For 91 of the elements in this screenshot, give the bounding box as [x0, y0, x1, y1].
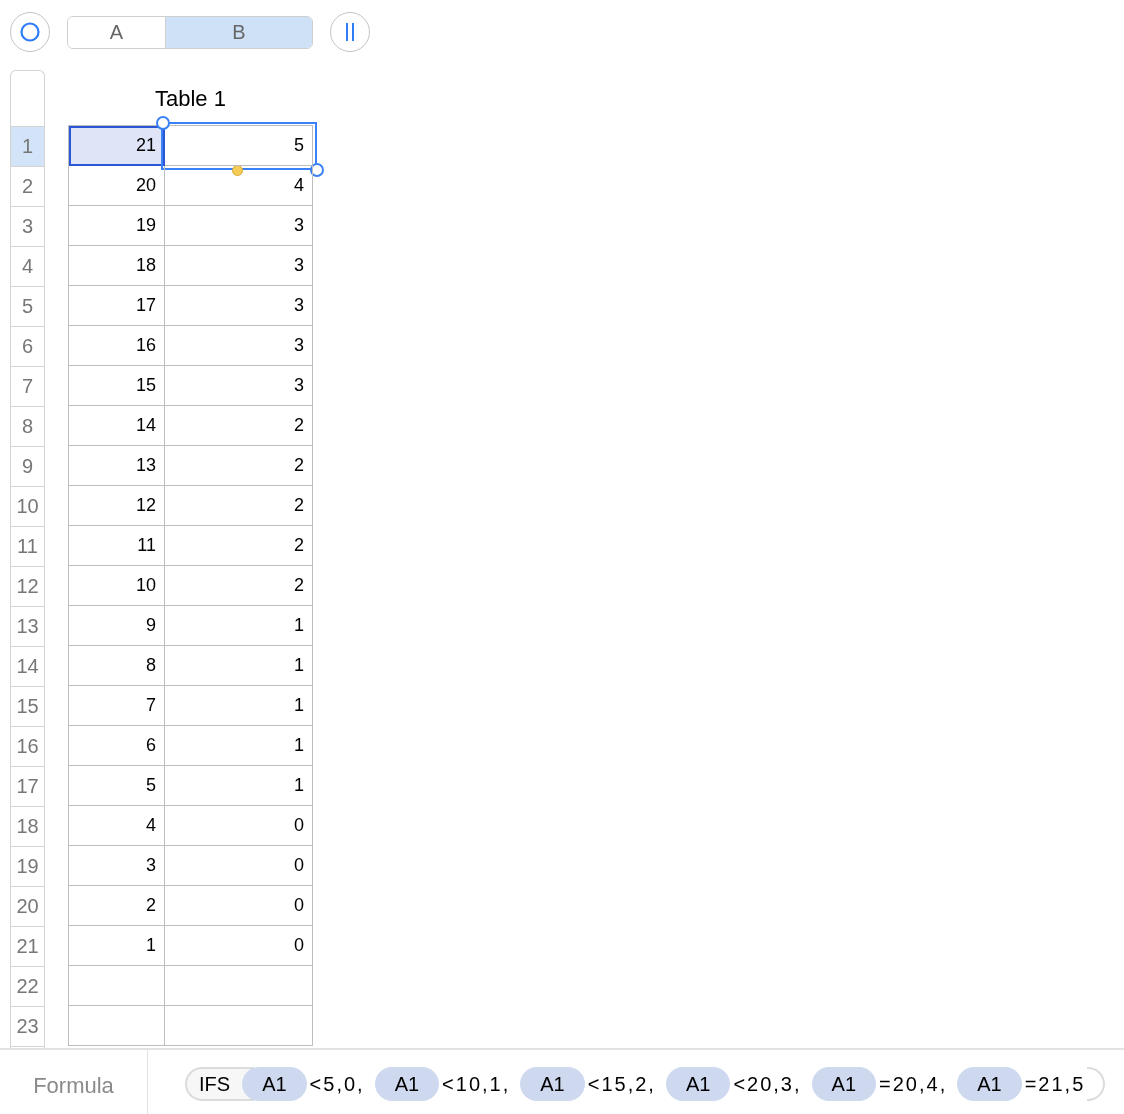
- table-cell[interactable]: [165, 1006, 313, 1046]
- pause-icon: [344, 22, 356, 42]
- record-button[interactable]: [10, 12, 50, 52]
- pause-button[interactable]: [330, 12, 370, 52]
- table-cell[interactable]: 2: [165, 406, 313, 446]
- row-header[interactable]: 15: [11, 687, 44, 727]
- formula-text: <5,0,: [309, 1071, 365, 1097]
- cell-reference-token[interactable]: A1: [374, 1067, 440, 1101]
- table-cell[interactable]: 3: [69, 846, 165, 886]
- cell-reference-token[interactable]: A1: [242, 1067, 307, 1101]
- table-cell[interactable]: 0: [165, 806, 313, 846]
- row-header[interactable]: 9: [11, 447, 44, 487]
- row-header[interactable]: 14: [11, 647, 44, 687]
- row-header[interactable]: 18: [11, 807, 44, 847]
- table-title: Table 1: [155, 85, 226, 112]
- table-cell[interactable]: 20: [69, 166, 165, 206]
- table-cell[interactable]: 13: [69, 446, 165, 486]
- resize-handle[interactable]: [156, 116, 170, 130]
- formula-text: =20,4,: [879, 1071, 948, 1097]
- table-cell[interactable]: 3: [165, 326, 313, 366]
- table-cell[interactable]: 5: [69, 766, 165, 806]
- table-cell[interactable]: 18: [69, 246, 165, 286]
- table-cell[interactable]: 14: [69, 406, 165, 446]
- row-header[interactable]: 20: [11, 887, 44, 927]
- table-cell[interactable]: 3: [165, 246, 313, 286]
- fill-handle[interactable]: [232, 165, 243, 176]
- table-cell[interactable]: 11: [69, 526, 165, 566]
- row-header[interactable]: 2: [11, 167, 44, 207]
- table-cell[interactable]: 1: [165, 726, 313, 766]
- row-header[interactable]: 19: [11, 847, 44, 887]
- table-cell[interactable]: 1: [69, 926, 165, 966]
- table-cell[interactable]: 12: [69, 486, 165, 526]
- table-cell[interactable]: 21: [69, 126, 165, 166]
- table-cell[interactable]: 0: [165, 926, 313, 966]
- cell-reference-token[interactable]: A1: [957, 1067, 1022, 1101]
- closing-bracket-icon: [1087, 1067, 1106, 1101]
- table-cell[interactable]: 10: [69, 566, 165, 606]
- row-header[interactable]: 12: [11, 567, 44, 607]
- row-header[interactable]: 7: [11, 367, 44, 407]
- table-cell[interactable]: 1: [165, 606, 313, 646]
- row-header[interactable]: 17: [11, 767, 44, 807]
- cell-reference-token[interactable]: A1: [520, 1067, 585, 1101]
- table-cell[interactable]: [165, 966, 313, 1006]
- table-cell[interactable]: 2: [165, 566, 313, 606]
- table-cell[interactable]: 7: [69, 686, 165, 726]
- row-header[interactable]: 5: [11, 287, 44, 327]
- table-cell[interactable]: 6: [69, 726, 165, 766]
- table-cell[interactable]: 1: [165, 686, 313, 726]
- table-cell[interactable]: 15: [69, 366, 165, 406]
- row-header[interactable]: 21: [11, 927, 44, 967]
- table-cell[interactable]: 8: [69, 646, 165, 686]
- table-cell[interactable]: [69, 1006, 165, 1046]
- row-header[interactable]: 3: [11, 207, 44, 247]
- table-cell[interactable]: 16: [69, 326, 165, 366]
- table-cell[interactable]: 0: [165, 886, 313, 926]
- row-header[interactable]: 16: [11, 727, 44, 767]
- formula-text: <15,2,: [587, 1071, 656, 1097]
- formula-label: Formula: [0, 1050, 148, 1114]
- cell-reference-token[interactable]: A1: [665, 1067, 731, 1101]
- table-cell[interactable]: 2: [165, 526, 313, 566]
- table-cell[interactable]: 3: [165, 286, 313, 326]
- row-header[interactable]: 11: [11, 527, 44, 567]
- table-cell[interactable]: 2: [69, 886, 165, 926]
- table-cell[interactable]: 2: [165, 446, 313, 486]
- row-header[interactable]: 4: [11, 247, 44, 287]
- row-header[interactable]: 1: [11, 127, 44, 167]
- formula-text: =21,5: [1024, 1071, 1086, 1097]
- formula-text: <10,1,: [442, 1071, 511, 1097]
- table-cell[interactable]: [69, 966, 165, 1006]
- cell-reference-token[interactable]: A1: [811, 1067, 877, 1101]
- table-cell[interactable]: 19: [69, 206, 165, 246]
- row-header[interactable]: 8: [11, 407, 44, 447]
- table-cell[interactable]: 9: [69, 606, 165, 646]
- row-header[interactable]: 23: [11, 1007, 44, 1047]
- row-header[interactable]: 6: [11, 327, 44, 367]
- table-cell[interactable]: 3: [165, 366, 313, 406]
- row-header[interactable]: 22: [11, 967, 44, 1007]
- table-cell[interactable]: 4: [165, 166, 313, 206]
- table-cell[interactable]: 0: [165, 846, 313, 886]
- table-cell[interactable]: 17: [69, 286, 165, 326]
- formula-text: <20,3,: [733, 1071, 802, 1097]
- table-cell[interactable]: 4: [69, 806, 165, 846]
- table-cell[interactable]: 2: [165, 486, 313, 526]
- row-header[interactable]: 13: [11, 607, 44, 647]
- row-header[interactable]: 10: [11, 487, 44, 527]
- table-cell[interactable]: 1: [165, 646, 313, 686]
- table-cell[interactable]: 5: [165, 126, 313, 166]
- table-cell[interactable]: 3: [165, 206, 313, 246]
- segment-tab[interactable]: B: [165, 17, 312, 48]
- circle-icon: [19, 21, 41, 43]
- table-cell[interactable]: 1: [165, 766, 313, 806]
